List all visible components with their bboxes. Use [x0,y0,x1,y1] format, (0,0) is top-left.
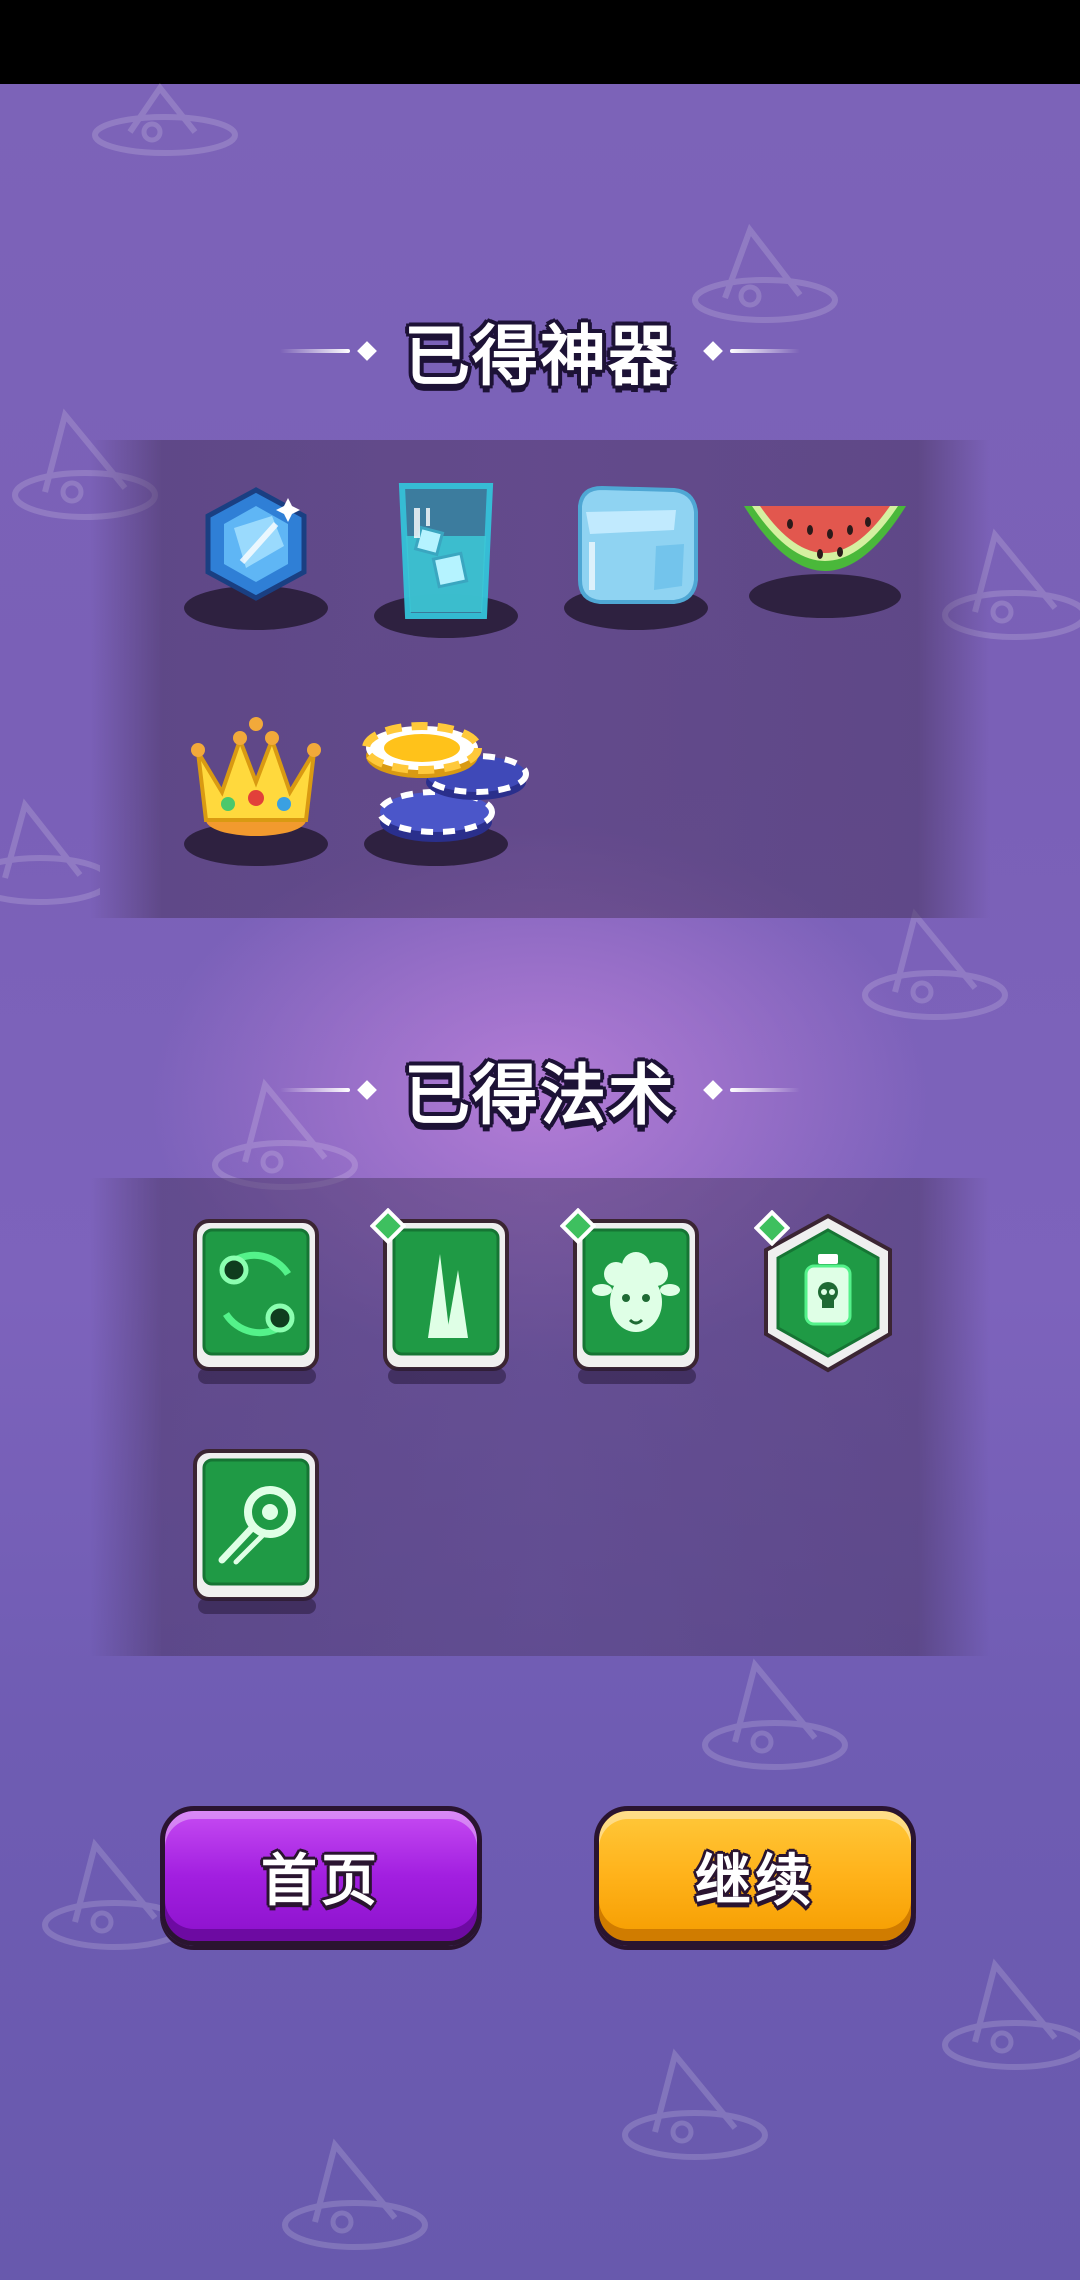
artifact-watermelon-slice[interactable] [740,476,906,636]
hat-watermark-icon [862,908,1008,1020]
glass-icon [374,483,518,638]
gem-icon [184,487,328,630]
upgrade-diamond-icon [560,1208,596,1244]
home-button[interactable]: 首页 [160,1806,482,1946]
home-button-label: 首页 [261,1848,381,1914]
hat-watermark-icon [702,1658,848,1770]
orbit-icon [193,1219,319,1371]
upgrade-diamond-icon [370,1208,406,1244]
spell-spikes[interactable] [370,1208,512,1388]
artifact-gold-crown[interactable] [176,712,336,872]
spells-title-text: 已得法术 [404,1057,676,1134]
title-decoration-right [696,341,800,361]
spell-orbit[interactable] [192,1218,322,1388]
hat-watermark-icon [622,2048,768,2160]
ice-cube-icon [564,485,708,630]
dash-icon [193,1449,319,1601]
continue-button[interactable]: 继续 [594,1806,916,1946]
title-decoration-left [280,1080,384,1100]
spell-dash[interactable] [192,1448,322,1618]
artifact-blue-gem[interactable] [176,476,336,636]
hat-watermark-icon [282,2138,428,2250]
continue-button-label: 继续 [695,1848,815,1914]
crown-icon [184,717,328,866]
title-decoration-right [696,1080,800,1100]
upgrade-diamond-icon [754,1210,790,1246]
artifact-poker-chips[interactable] [356,712,529,872]
hat-watermark-icon [0,798,100,905]
hat-watermark-icon [92,82,238,156]
hat-watermark-icon [942,1958,1080,2070]
game-screen: 已得神器 已得法术 首页 继续 [0,0,1080,2280]
watermelon-icon [744,506,906,618]
title-decoration-left [280,341,384,361]
artifact-ice-water-glass[interactable] [366,476,526,638]
artifacts-title-text: 已得神器 [404,318,676,395]
status-bar [0,0,1080,84]
spell-poison[interactable] [754,1210,896,1386]
artifacts-title: 已得神器 [0,306,1080,396]
spell-sheep[interactable] [560,1208,702,1388]
artifact-ice-cube[interactable] [556,476,716,636]
spells-title: 已得法术 [0,1045,1080,1135]
chips-icon [362,722,529,866]
